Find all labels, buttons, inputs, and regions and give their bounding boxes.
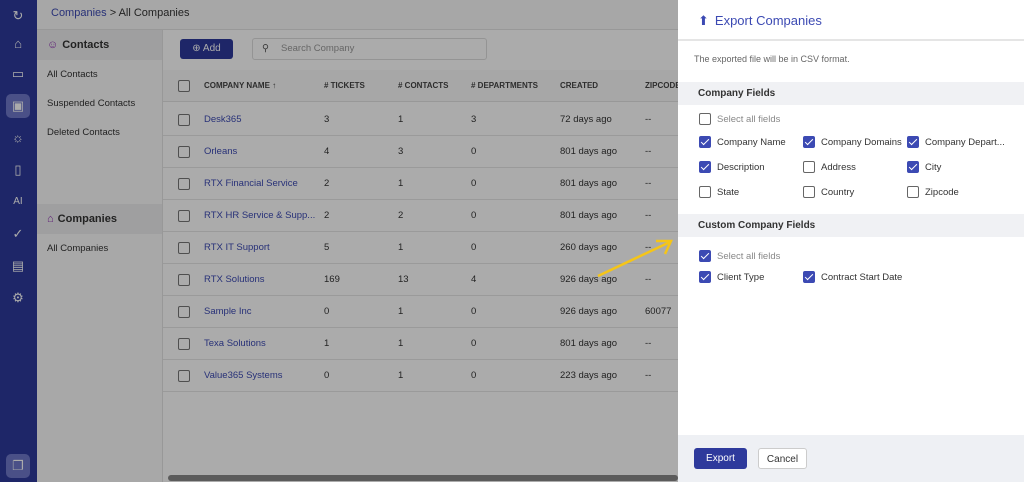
field-checkbox[interactable]: Company Depart... [907,136,1005,150]
field-checkbox[interactable]: State [699,186,739,200]
field-checkbox[interactable]: Select all fields [699,113,780,127]
field-label: Country [821,187,855,198]
field-label: Address [821,162,856,173]
field-checkbox[interactable]: Company Domains [803,136,902,150]
checkbox-icon [699,113,711,125]
checkbox-icon [907,186,919,198]
field-label: Select all fields [717,251,781,262]
field-label: Select all fields [717,114,781,125]
field-checkbox[interactable]: Client Type [699,271,764,285]
custom-fields-header: Custom Company Fields [678,214,1024,237]
checkbox-icon [699,136,711,148]
upload-icon: ⬆ [698,13,709,28]
field-label: Zipcode [925,187,959,198]
checkbox-icon [699,161,711,173]
checkbox-icon [907,161,919,173]
field-checkbox[interactable]: Company Name [699,136,786,150]
checkbox-icon [803,136,815,148]
cancel-button[interactable]: Cancel [758,448,807,469]
annotation-arrow [597,239,673,278]
panel-footer: Export Cancel [678,435,1024,482]
field-checkbox[interactable]: Contract Start Date [803,271,902,285]
field-label: Client Type [717,272,765,283]
field-label: Company Depart... [925,137,1005,148]
csv-note: The exported file will be in CSV format. [694,54,850,64]
field-label: City [925,162,942,173]
checkbox-icon [699,186,711,198]
checkbox-icon [699,250,711,262]
checkbox-icon [803,161,815,173]
field-label: Company Domains [821,137,902,148]
export-companies-panel: ⬆ Export Companies The exported file will… [678,0,1024,482]
field-label: Description [717,162,765,173]
field-checkbox[interactable]: City [907,161,941,175]
export-button[interactable]: Export [694,448,747,469]
checkbox-icon [907,136,919,148]
checkbox-icon [803,271,815,283]
panel-header: ⬆ Export Companies [678,0,1024,41]
field-label: Company Name [717,137,786,148]
field-checkbox[interactable]: Select all fields [699,250,780,264]
field-label: State [717,187,740,198]
field-checkbox[interactable]: Zipcode [907,186,959,200]
panel-title: Export Companies [714,13,822,28]
field-checkbox[interactable]: Description [699,161,765,175]
field-label: Contract Start Date [821,272,903,283]
company-fields-header: Company Fields [678,82,1024,105]
field-checkbox[interactable]: Country [803,186,854,200]
modal-backdrop[interactable] [0,0,678,482]
field-checkbox[interactable]: Address [803,161,856,175]
checkbox-icon [803,186,815,198]
checkbox-icon [699,271,711,283]
